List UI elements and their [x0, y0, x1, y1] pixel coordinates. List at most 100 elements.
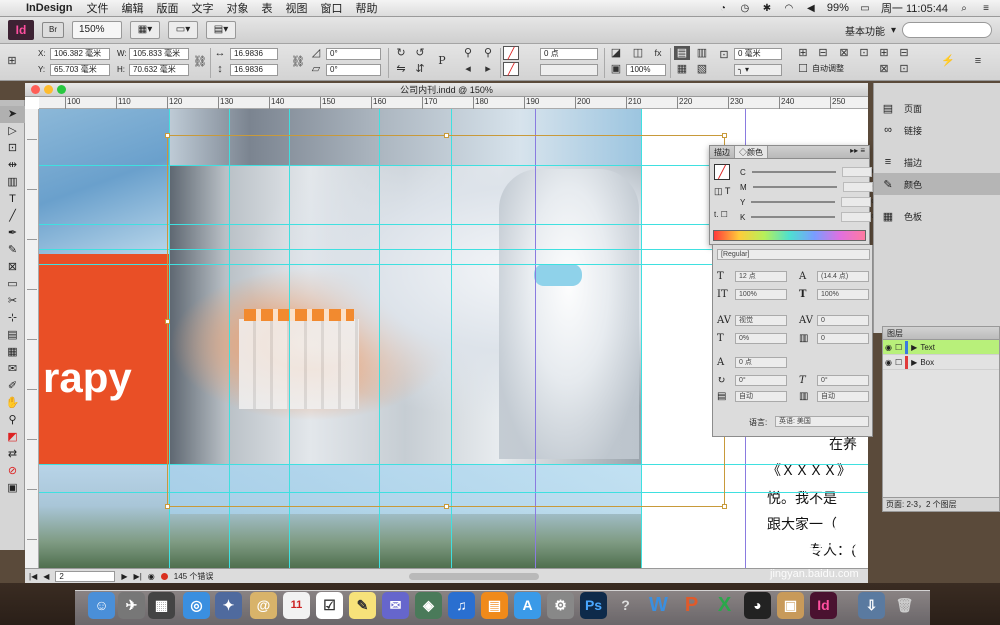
- font-style-dropdown[interactable]: [Regular]: [717, 249, 870, 260]
- clock[interactable]: 周一 11:05:44: [881, 0, 948, 16]
- tab-color[interactable]: ◇颜色: [735, 146, 768, 158]
- scale-y-field[interactable]: 16.9836: [230, 64, 278, 76]
- rectangle-tool-icon[interactable]: ▭: [0, 276, 25, 293]
- formatting-container-icon[interactable]: ◫ T: [714, 186, 730, 197]
- downloads-icon[interactable]: ⇩: [858, 592, 885, 619]
- frame-handle[interactable]: [165, 319, 170, 324]
- drop-shadow-icon[interactable]: ◪: [608, 46, 624, 60]
- select-content-icon[interactable]: ⚲: [480, 46, 496, 60]
- fit-frame-icon[interactable]: ⊟: [815, 46, 831, 60]
- constrain-scale-icon[interactable]: ⛓: [290, 55, 306, 69]
- vertical-scale-field[interactable]: 100%: [735, 289, 787, 300]
- system-preferences-icon[interactable]: ⚙: [547, 592, 574, 619]
- chevron-down-icon[interactable]: ▾: [891, 25, 896, 36]
- lock-toggle[interactable]: ☐: [895, 343, 902, 352]
- gap-tool-icon[interactable]: ⇹: [0, 157, 25, 174]
- auto-field-1[interactable]: 自动: [735, 391, 787, 402]
- skew-field[interactable]: 0°: [817, 375, 869, 386]
- preflight-icon[interactable]: ◉: [148, 572, 155, 581]
- battery-icon[interactable]: ▭: [859, 3, 871, 14]
- frame-handle[interactable]: [444, 504, 449, 509]
- dock-item-pages[interactable]: ▤ 页面: [874, 97, 1000, 119]
- left-blue-image[interactable]: [39, 109, 169, 254]
- photoshop-icon[interactable]: Ps: [580, 592, 607, 619]
- corner-shape-dropdown[interactable]: ╮ ▾: [734, 64, 782, 76]
- align-center-icon[interactable]: ⊞: [876, 46, 892, 60]
- panel-menu-icon[interactable]: ▸▸ ≡: [850, 146, 869, 158]
- frame-handle[interactable]: [165, 133, 170, 138]
- prev-page-icon[interactable]: ◀: [43, 572, 49, 581]
- last-page-icon[interactable]: ▶|: [134, 572, 142, 581]
- line-tool-icon[interactable]: ╱: [0, 208, 25, 225]
- first-page-icon[interactable]: |◀: [29, 572, 37, 581]
- panel-menu-icon[interactable]: ≡: [970, 54, 986, 68]
- tint-swatch-icon[interactable]: t. ☐: [714, 210, 728, 219]
- preview-icon[interactable]: ✦: [215, 592, 242, 619]
- apply-none-icon[interactable]: ⊘: [0, 463, 25, 480]
- menu-help[interactable]: 帮助: [355, 0, 377, 16]
- shear-field[interactable]: 0°: [326, 64, 381, 76]
- zoom-window-button[interactable]: [57, 85, 66, 94]
- wifi-icon[interactable]: ◠: [783, 3, 795, 14]
- fit-proportionally-icon[interactable]: ⊡: [856, 46, 872, 60]
- free-transform-tool-icon[interactable]: ⊹: [0, 310, 25, 327]
- corner-options-icon[interactable]: ◫: [630, 46, 646, 60]
- magenta-row[interactable]: M%: [740, 182, 880, 192]
- width-field[interactable]: 0 毫米: [734, 48, 782, 60]
- eye-icon[interactable]: ◉: [885, 358, 892, 367]
- body-text-line[interactable]: 在养: [829, 434, 857, 454]
- close-window-button[interactable]: [31, 85, 40, 94]
- menu-object[interactable]: 对象: [226, 0, 248, 16]
- reminders-icon[interactable]: ☑: [316, 592, 343, 619]
- body-text-line[interactable]: 《ＸＸＸＸ》: [767, 460, 851, 480]
- view-options-icon[interactable]: ▦▾: [130, 21, 160, 39]
- menu-view[interactable]: 视图: [285, 0, 307, 16]
- gradient-swatch-tool-icon[interactable]: ▤: [0, 327, 25, 344]
- horizontal-scrollbar[interactable]: [409, 572, 540, 580]
- layer-row-text[interactable]: ◉ ☐ ▶ Text: [883, 340, 999, 355]
- color-spectrum[interactable]: [713, 230, 866, 241]
- page-number-field[interactable]: 2: [55, 570, 116, 582]
- w-field[interactable]: 105.833 毫米: [129, 48, 189, 60]
- menu-layout[interactable]: 版面: [156, 0, 178, 16]
- unknown-app-icon[interactable]: ?: [612, 592, 639, 619]
- stroke-type-dropdown[interactable]: [540, 64, 598, 76]
- flip-vertical-icon[interactable]: ⇵: [412, 62, 428, 76]
- y-field[interactable]: 65.703 毫米: [50, 64, 110, 76]
- hand-tool-icon[interactable]: ✋: [0, 395, 25, 412]
- black-row[interactable]: K%: [740, 212, 878, 222]
- volume-icon[interactable]: ◀: [805, 3, 817, 14]
- scissors-tool-icon[interactable]: ✂: [0, 293, 25, 310]
- direct-selection-tool-icon[interactable]: ▷: [0, 123, 25, 140]
- ibooks-icon[interactable]: ▤: [481, 592, 508, 619]
- tab-stroke[interactable]: 描边: [710, 146, 735, 158]
- tsume-field[interactable]: 0%: [735, 333, 787, 344]
- rotate-ccw-icon[interactable]: ↺: [412, 46, 428, 60]
- menu-edit[interactable]: 编辑: [121, 0, 143, 16]
- h-field[interactable]: 70.632 毫米: [129, 64, 189, 76]
- bridge-button[interactable]: Br: [42, 22, 64, 38]
- appstore-icon[interactable]: A: [514, 592, 541, 619]
- text-wrap-shape-icon[interactable]: ▦: [674, 62, 690, 76]
- align-top-icon[interactable]: ⊠: [876, 62, 892, 76]
- itunes-icon[interactable]: ♫: [448, 592, 475, 619]
- finder-icon[interactable]: ☺: [88, 592, 115, 619]
- preflight-errors[interactable]: 145 个错误: [174, 571, 214, 582]
- excel-icon[interactable]: X: [711, 592, 738, 619]
- fx-icon[interactable]: fx: [650, 46, 666, 60]
- dock-item-stroke[interactable]: ≡ 描边: [874, 151, 1000, 173]
- leading-field[interactable]: (14.4 点): [817, 271, 869, 282]
- stroke-weight-field[interactable]: 0 点: [540, 48, 598, 60]
- dock-item-color[interactable]: ✎ 颜色: [874, 173, 1000, 195]
- safari-icon[interactable]: ◎: [183, 592, 210, 619]
- notes-icon[interactable]: ✎: [349, 592, 376, 619]
- rectangle-frame-tool-icon[interactable]: ⊠: [0, 259, 25, 276]
- align-bottom-icon[interactable]: ⊡: [896, 62, 912, 76]
- workspace-switcher[interactable]: 基本功能: [845, 23, 885, 38]
- frame-handle[interactable]: [444, 133, 449, 138]
- launchpad-icon[interactable]: ✈: [118, 592, 145, 619]
- pencil-tool-icon[interactable]: ✎: [0, 242, 25, 259]
- layer-name[interactable]: Text: [920, 343, 935, 352]
- arrange-documents-icon[interactable]: ▤▾: [206, 21, 236, 39]
- select-next-icon[interactable]: ▸: [480, 62, 496, 76]
